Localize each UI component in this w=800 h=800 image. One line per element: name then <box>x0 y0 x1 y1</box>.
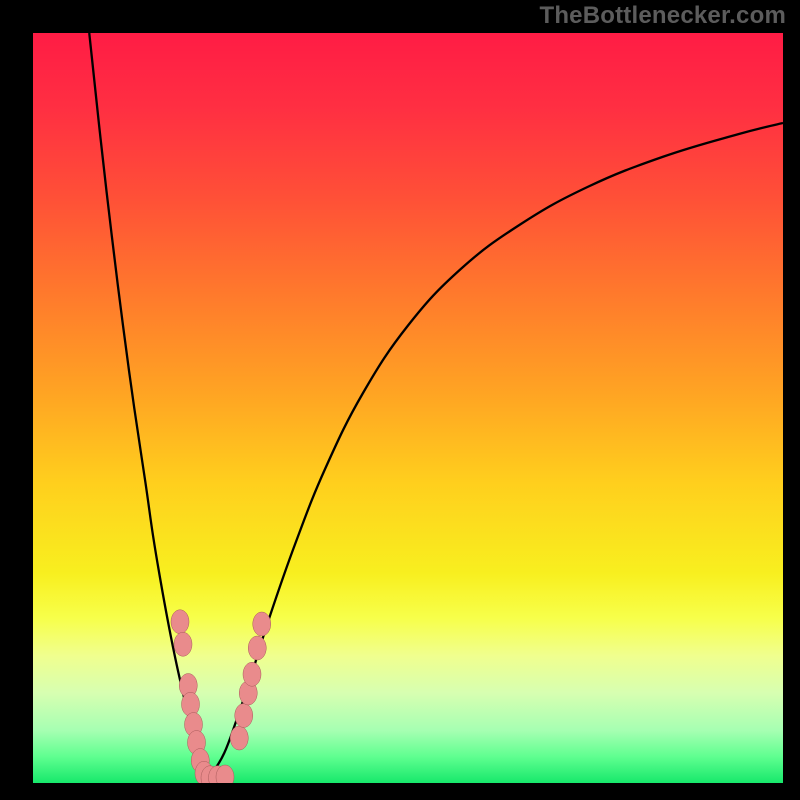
data-marker <box>174 632 192 656</box>
data-marker <box>182 692 200 716</box>
data-marker <box>243 662 261 686</box>
data-marker <box>248 636 266 660</box>
data-marker <box>171 610 189 634</box>
plot-svg <box>33 33 783 783</box>
data-marker <box>235 704 253 728</box>
chart-frame: TheBottlenecker.com <box>0 0 800 800</box>
watermark-text: TheBottlenecker.com <box>539 2 786 30</box>
plot-area <box>33 33 783 783</box>
data-marker <box>253 612 271 636</box>
data-marker <box>230 726 248 750</box>
gradient-background <box>33 33 783 783</box>
